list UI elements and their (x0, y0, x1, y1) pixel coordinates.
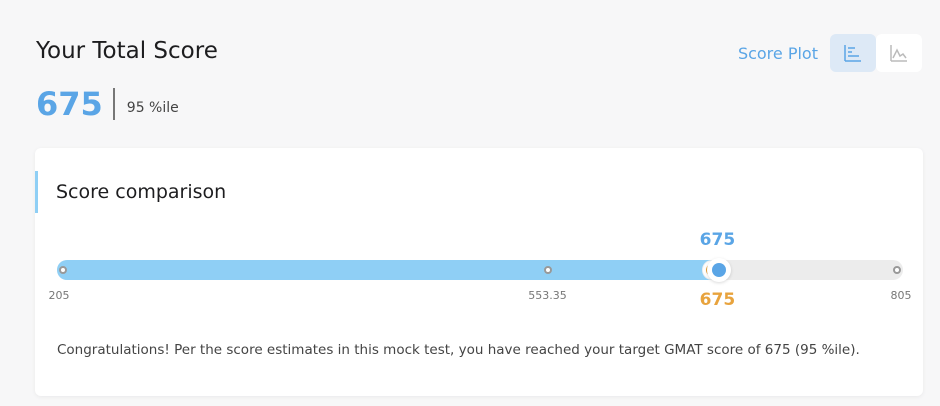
line-view-button[interactable] (876, 34, 922, 72)
your-score-label: 675 (699, 230, 736, 250)
score-comparison-card: Score comparison 675 675 205 553.35 805 … (35, 148, 923, 396)
score-page: Your Total Score 675 95 %ile Score Plot (0, 0, 940, 406)
axis-min-label: 205 (48, 289, 70, 302)
your-score-marker (707, 258, 732, 282)
total-score-value: 675 (36, 85, 103, 123)
bar-chart-icon (844, 45, 861, 62)
view-toggle: Score Plot (738, 34, 922, 72)
page-title: Your Total Score (36, 38, 218, 64)
score-track (57, 258, 903, 282)
axis-mid-label: 553.35 (528, 289, 567, 302)
score-plot-label: Score Plot (737, 43, 818, 63)
total-score-row: 675 95 %ile (36, 86, 179, 122)
result-message: Congratulations! Per the score estimates… (57, 342, 860, 358)
score-fill (57, 260, 718, 280)
axis-max-label: 805 (890, 289, 912, 302)
bar-view-button[interactable] (830, 34, 876, 72)
percentile-value: 95 %ile (126, 100, 179, 116)
target-score-label: 675 (699, 290, 736, 310)
max-point (893, 266, 901, 274)
line-chart-icon (890, 45, 907, 62)
min-point (59, 266, 67, 274)
card-header: Score comparison (35, 171, 226, 213)
mid-point (543, 266, 552, 274)
card-title: Score comparison (56, 181, 227, 203)
score-divider (112, 88, 115, 120)
